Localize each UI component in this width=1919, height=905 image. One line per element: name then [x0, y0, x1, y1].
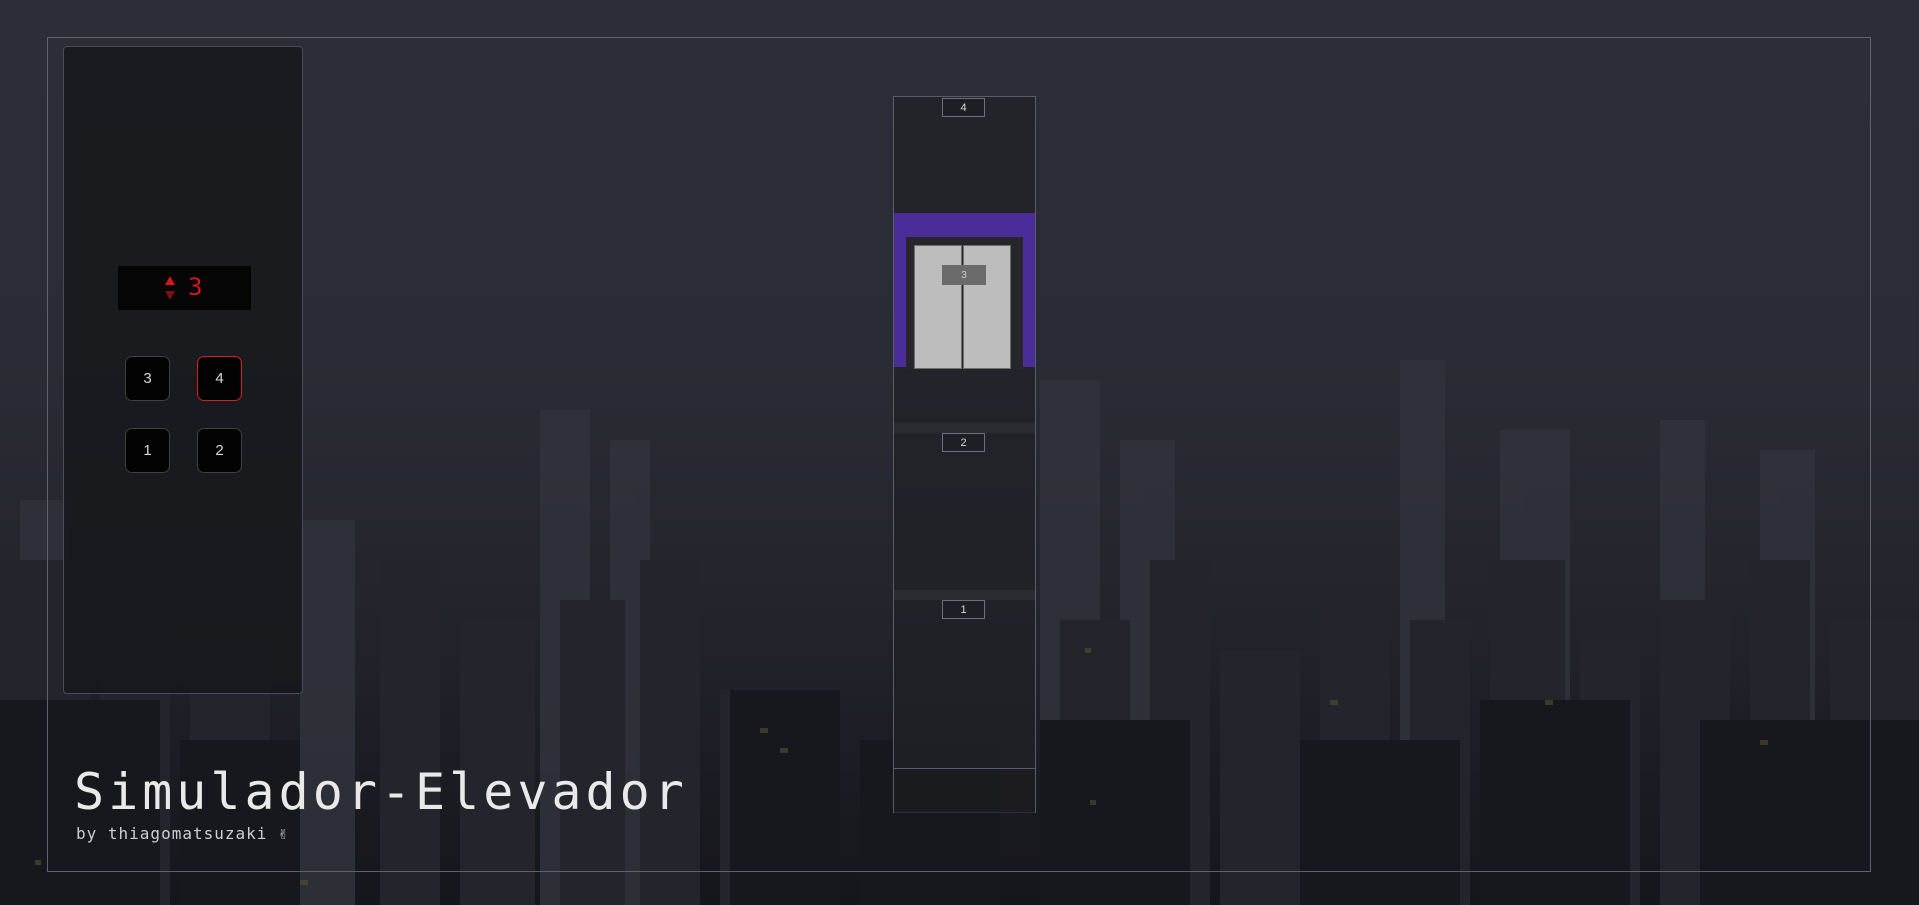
shaft-pit — [894, 768, 1035, 813]
author-byline[interactable]: by thiagomatsuzaki ✌ — [76, 824, 289, 843]
floor-1-area: 1 — [894, 600, 1035, 768]
floor-button-3[interactable]: 3 — [125, 356, 170, 401]
current-floor-number: 3 — [188, 273, 203, 301]
cabin-door-right — [963, 245, 1011, 369]
floor-button-2[interactable]: 2 — [197, 428, 242, 473]
cabin-floor-label: 3 — [942, 265, 986, 285]
floor-divider — [894, 423, 1035, 433]
elevator-cabin: 3 — [906, 237, 1023, 369]
floor-button-1[interactable]: 1 — [125, 428, 170, 473]
cabin-door-left — [914, 245, 962, 369]
floor-button-4[interactable]: 4 — [197, 356, 242, 401]
app-title: Simulador-Elevador — [74, 763, 688, 821]
floor-4-area: 4 — [894, 97, 1035, 213]
floor-2-area: 2 — [894, 433, 1035, 591]
floor-label-4: 4 — [942, 98, 985, 117]
floor-display: 3 — [118, 266, 251, 310]
floor-label-1: 1 — [942, 600, 985, 619]
floor-divider — [894, 590, 1035, 600]
direction-arrows-icon — [165, 276, 175, 300]
floor-label-2: 2 — [942, 433, 985, 452]
elevator-control-panel: 3 3 4 1 2 — [63, 46, 303, 694]
elevator-shaft: 4 3 2 1 — [893, 96, 1036, 813]
